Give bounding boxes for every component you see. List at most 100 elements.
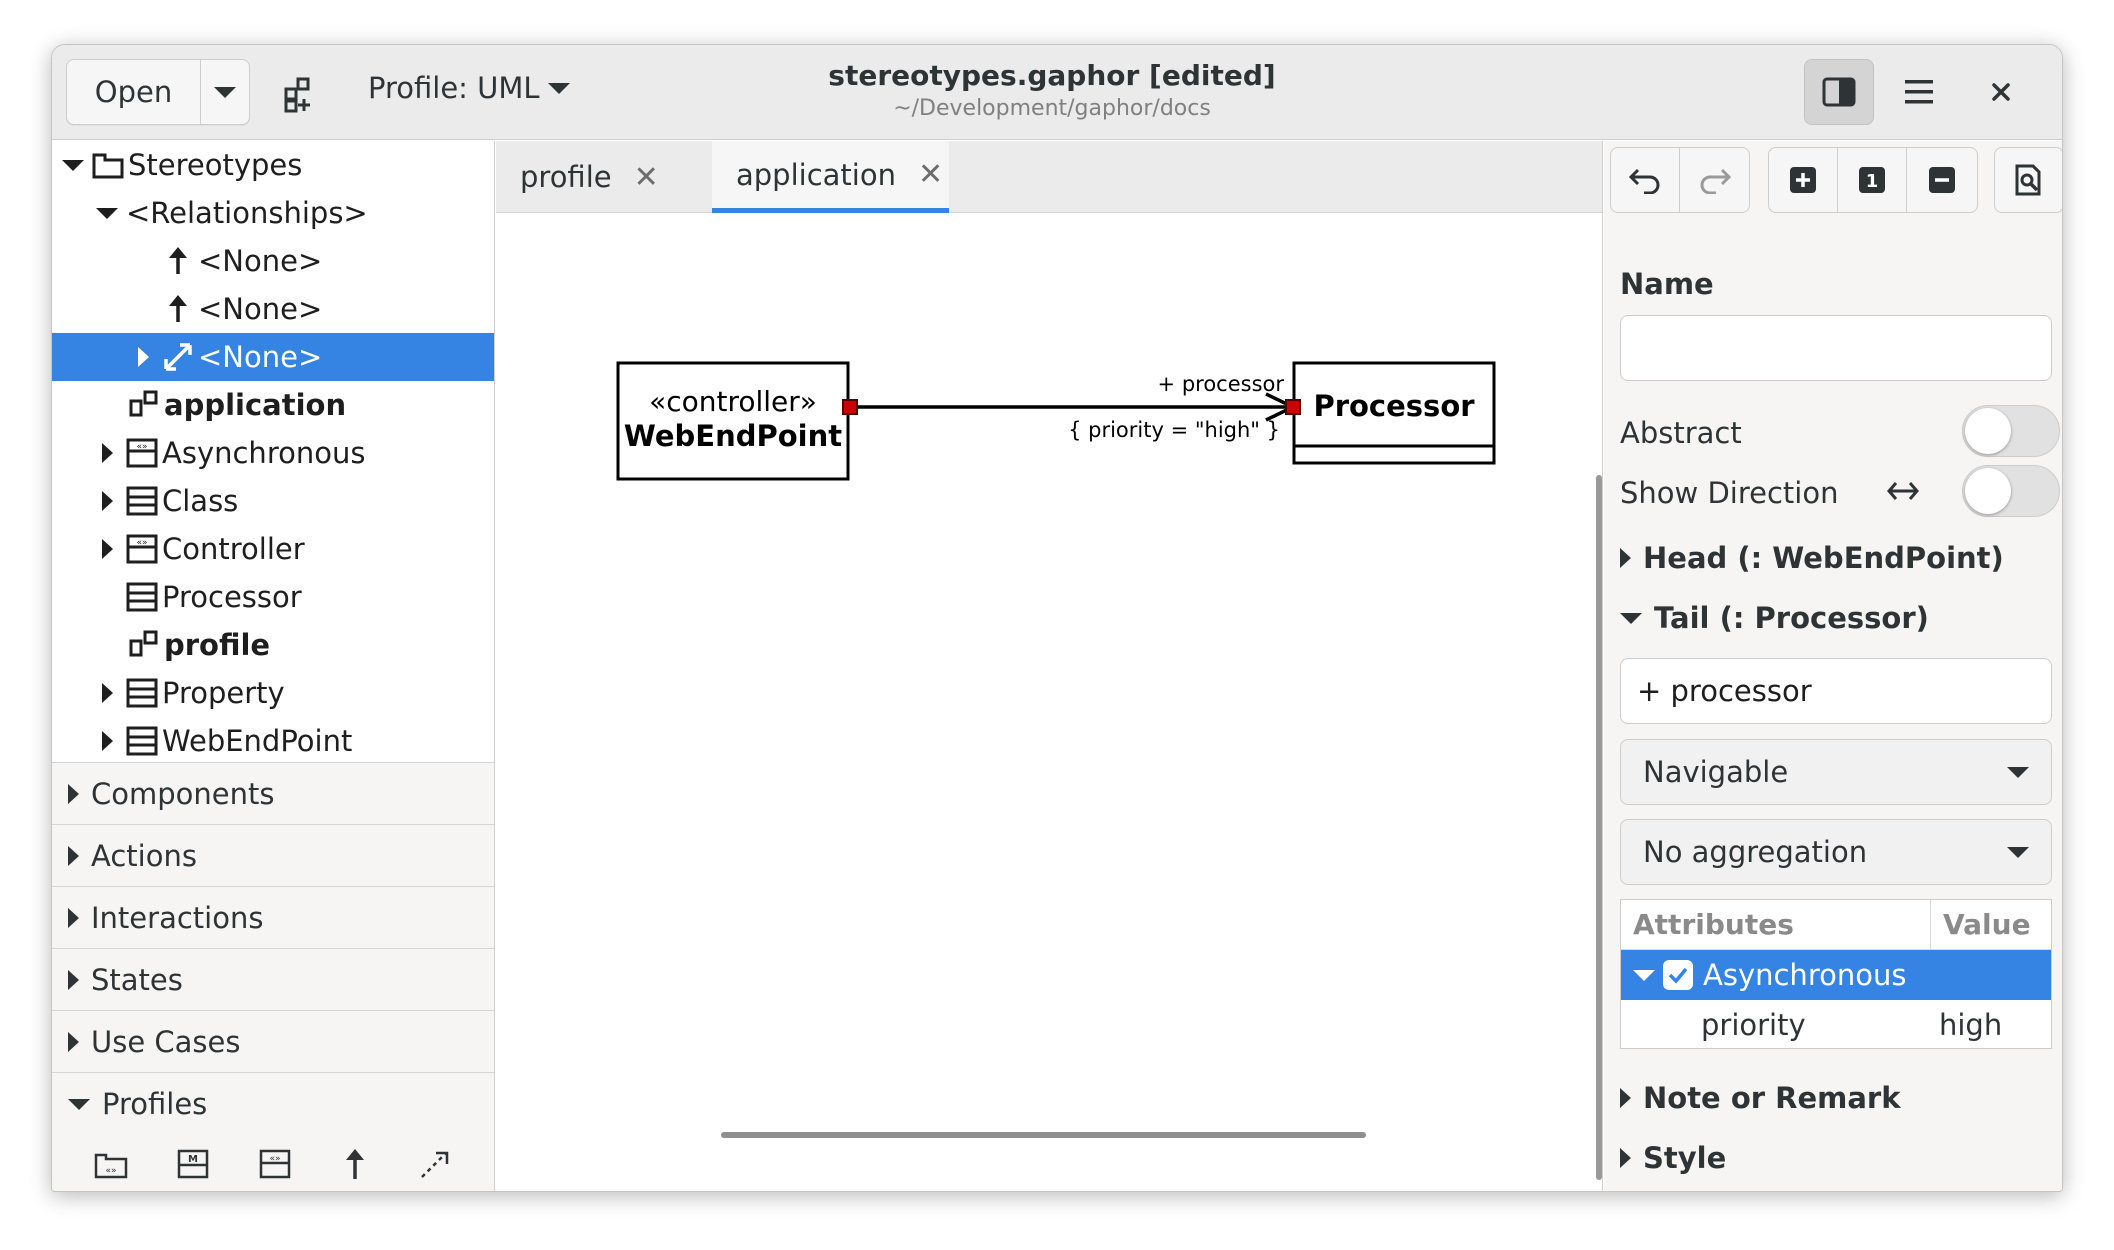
expander-closed-icon [68,907,79,928]
expander-closed-icon[interactable] [96,538,118,560]
dependency-tool-icon[interactable] [418,1147,452,1185]
vertical-scrollbar[interactable] [1596,475,1602,1180]
tree-item-none-3[interactable]: <None> [52,333,494,381]
section-components[interactable]: Components [52,763,494,825]
section-actions[interactable]: Actions [52,825,494,887]
expander-open-icon [1620,612,1642,624]
expander-closed-icon[interactable] [132,346,154,368]
style-label: Style [1643,1141,1727,1175]
tree-item-property[interactable]: Property [52,669,494,717]
name-field[interactable] [1620,315,2052,381]
table-row-stereotype[interactable]: Asynchronous [1621,950,2051,1000]
expander-open-icon[interactable] [62,154,84,176]
class-processor[interactable]: Processor [1292,361,1496,465]
stereotype-checkbox[interactable] [1663,960,1693,990]
horizontal-scrollbar[interactable] [721,1132,1366,1138]
close-tab-icon[interactable]: ✕ [918,157,943,192]
tail-name-field[interactable]: + processor [1620,658,2052,724]
tree-item-controller[interactable]: «» Controller [52,525,494,573]
tree-item-webendpoint[interactable]: WebEndPoint [52,717,494,762]
section-label: Actions [91,838,197,873]
svg-text:«»: «» [105,1166,116,1176]
undo-button[interactable] [1611,148,1680,212]
tab-label: application [736,157,896,192]
find-button[interactable] [1995,148,2062,212]
expander-open-icon[interactable] [96,202,118,224]
svg-text:«»: «» [136,442,147,452]
expander-closed-icon [1620,548,1631,568]
tree-item-label: profile [164,628,271,662]
tab-label: profile [520,160,612,194]
expander-closed-icon[interactable] [96,490,118,512]
expander-closed-icon [1620,1088,1631,1108]
tab-application[interactable]: application ✕ [712,141,949,213]
note-expander[interactable]: Note or Remark [1620,1081,1901,1115]
expander-closed-icon[interactable] [96,442,118,464]
diagram-area: profile ✕ application ✕ «controller» Web… [496,141,1603,1191]
column-header-attributes[interactable]: Attributes [1621,900,1931,949]
head-expander[interactable]: Head (: WebEndPoint) [1620,541,2004,575]
section-use-cases[interactable]: Use Cases [52,1011,494,1073]
show-direction-switch[interactable] [1962,465,2060,517]
tail-expander[interactable]: Tail (: Processor) [1620,601,1929,635]
tree-item-class[interactable]: Class [52,477,494,525]
expander-closed-icon [68,1031,79,1052]
expander-closed-icon[interactable] [96,682,118,704]
tree-item-relationships[interactable]: <Relationships> [52,189,494,237]
association-end-constraint[interactable]: { priority = "high" } [1068,418,1280,442]
tree-item-processor[interactable]: Processor [52,573,494,621]
section-profiles[interactable]: Profiles [52,1073,494,1135]
association-line[interactable]: + processor { priority = "high" } [842,372,1301,442]
main-menu-button[interactable] [1884,59,1954,125]
expander-open-icon[interactable] [1633,969,1655,981]
zoom-original-icon: 1 [1859,167,1885,193]
zoom-in-button[interactable] [1769,148,1838,212]
tree-item-label: <None> [198,340,323,374]
profile-tool-icon[interactable]: «» [94,1149,128,1183]
section-interactions[interactable]: Interactions [52,887,494,949]
tree-item-profile[interactable]: profile [52,621,494,669]
class-webendpoint[interactable]: «controller» WebEndPoint [616,361,850,481]
expander-closed-icon [68,845,79,866]
diagram-canvas[interactable]: «controller» WebEndPoint Processor + pro… [496,214,1602,1191]
svg-text:M: M [188,1154,198,1165]
stereotype-tool-icon[interactable]: «» [258,1149,292,1183]
tree-item-application[interactable]: application [52,381,494,429]
aggregation-dropdown[interactable]: No aggregation [1620,819,2052,885]
metaclass-tool-icon[interactable]: M [176,1149,210,1183]
zoom-out-button[interactable] [1907,148,1976,212]
table-row-attribute[interactable]: priority high [1621,1000,2051,1050]
section-states[interactable]: States [52,949,494,1011]
redo-button[interactable] [1680,148,1749,212]
navigability-dropdown[interactable]: Navigable [1620,739,2052,805]
svg-text:«»: «» [136,538,147,548]
tree-item-none-2[interactable]: <None> [52,285,494,333]
toggle-editors-button[interactable] [1804,59,1874,125]
connection-handle[interactable] [842,399,858,415]
association-end-role[interactable]: + processor [1158,372,1285,396]
tab-profile[interactable]: profile ✕ [496,141,712,213]
tree-item-label: Class [162,484,239,518]
model-browser-icon[interactable] [282,75,322,115]
expander-open-icon [68,1098,90,1110]
tree-item-stereotypes[interactable]: Stereotypes [52,141,494,189]
close-tab-icon[interactable]: ✕ [634,160,659,195]
attribute-value[interactable]: high [1931,1008,2002,1042]
close-window-button[interactable] [1966,59,2036,125]
tree-item-none-1[interactable]: <None> [52,237,494,285]
connection-handle[interactable] [1285,399,1301,415]
tree-item-asynchronous[interactable]: «» Asynchronous [52,429,494,477]
column-header-value[interactable]: Value [1931,900,2051,949]
style-expander[interactable]: Style [1620,1141,1726,1175]
extension-tool-icon[interactable] [340,1147,370,1185]
abstract-switch[interactable] [1962,405,2060,457]
tree-item-label: Controller [162,532,305,566]
profile-selector[interactable]: Profile: UML [368,71,570,105]
open-recent-dropdown[interactable] [201,60,249,124]
open-button[interactable]: Open [67,60,201,124]
document-search-icon [2015,164,2041,196]
note-label: Note or Remark [1643,1081,1901,1115]
zoom-100-button[interactable]: 1 [1838,148,1907,212]
close-icon [1992,83,2010,101]
expander-closed-icon[interactable] [96,730,118,752]
